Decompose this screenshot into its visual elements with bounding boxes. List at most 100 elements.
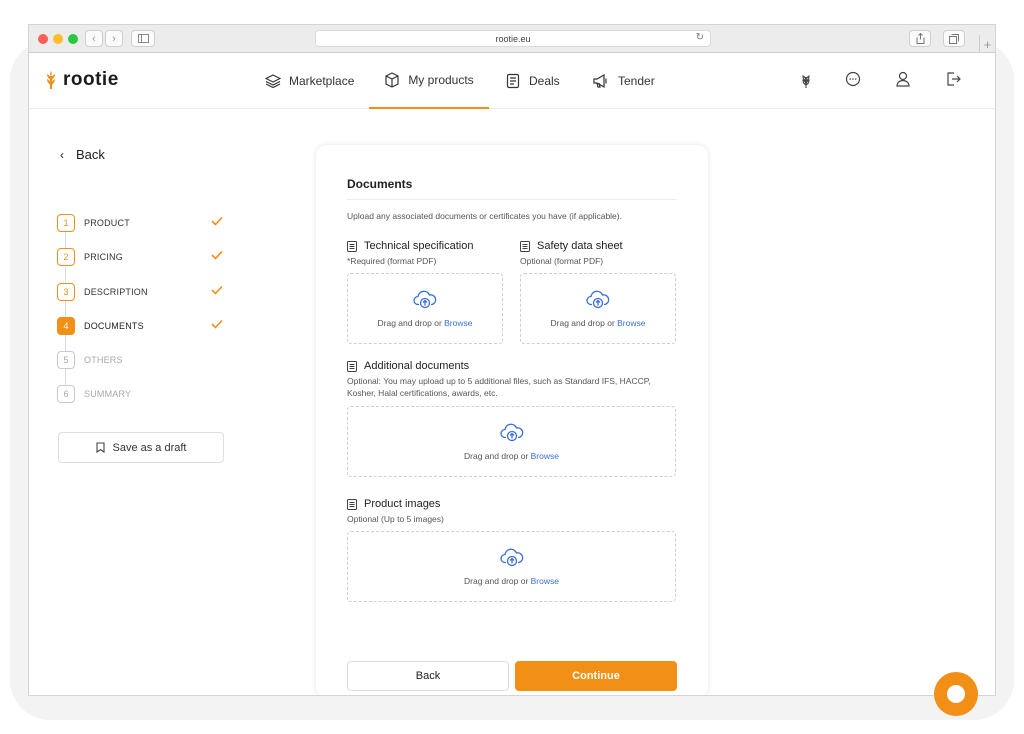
- file-icon: [520, 240, 530, 252]
- documents-card: Documents Upload any associated document…: [316, 145, 708, 695]
- step-summary[interactable]: 6 SUMMARY: [57, 385, 223, 403]
- close-window-button[interactable]: [38, 34, 48, 44]
- step-documents[interactable]: 4 DOCUMENTS: [57, 317, 223, 335]
- divider: [347, 199, 676, 200]
- tabs-button[interactable]: [943, 30, 965, 47]
- bookmark-icon: [95, 442, 105, 453]
- additional-dropzone[interactable]: Drag and drop or Browse: [347, 406, 676, 477]
- file-icon: [347, 498, 357, 510]
- cloud-upload-icon: [499, 548, 523, 566]
- nav-marketplace-label: Marketplace: [289, 74, 355, 88]
- step-number: 6: [57, 385, 75, 403]
- step-label: DOCUMENTS: [84, 321, 144, 331]
- checkmark-icon: [211, 216, 223, 226]
- tech-spec-title-text: Technical specification: [364, 240, 474, 252]
- address-bar[interactable]: rootie.eu ↻: [315, 30, 711, 47]
- step-description[interactable]: 3 DESCRIPTION: [57, 283, 223, 301]
- step-others[interactable]: 5 OTHERS: [57, 351, 223, 369]
- reload-icon[interactable]: ↻: [696, 32, 704, 43]
- drag-drop-label: Drag and drop or: [550, 317, 618, 328]
- step-label: SUMMARY: [84, 389, 132, 399]
- chevron-left-icon: ‹: [60, 147, 64, 162]
- images-subtitle: Optional (Up to 5 images): [347, 514, 444, 524]
- maximize-window-button[interactable]: [68, 34, 78, 44]
- browse-link[interactable]: Browse: [444, 318, 472, 328]
- step-connector: [65, 266, 66, 282]
- nav-my-products[interactable]: My products: [369, 53, 489, 109]
- wheat-logo-icon: [47, 71, 55, 89]
- wheat-icon[interactable]: [799, 71, 813, 89]
- nav-marketplace[interactable]: Marketplace: [265, 53, 354, 109]
- drag-drop-label: Drag and drop or: [464, 450, 531, 461]
- step-connector: [65, 369, 66, 385]
- layers-icon: [265, 74, 281, 88]
- step-number: 5: [57, 351, 75, 369]
- browser-forward-button[interactable]: ›: [105, 30, 123, 47]
- cloud-upload-icon: [413, 290, 437, 308]
- dropzone-text: Drag and drop or Browse: [378, 318, 473, 328]
- back-button[interactable]: Back: [347, 661, 509, 691]
- step-label: DESCRIPTION: [84, 287, 148, 297]
- tech-spec-subtitle: *Required (format PDF): [347, 256, 437, 266]
- step-connector: [65, 335, 66, 351]
- tech-spec-title: Technical specification: [347, 240, 473, 252]
- images-dropzone[interactable]: Drag and drop or Browse: [347, 531, 676, 602]
- drag-drop-label: Drag and drop or: [377, 317, 445, 328]
- logo-text: rootie: [63, 69, 119, 90]
- box-icon: [385, 72, 399, 88]
- sidebar-icon: [137, 34, 149, 43]
- step-pricing[interactable]: 2 PRICING: [57, 248, 223, 266]
- images-title-text: Product images: [364, 498, 441, 510]
- new-tab-button[interactable]: +: [979, 35, 995, 53]
- user-icon[interactable]: [895, 71, 911, 87]
- browse-link[interactable]: Browse: [617, 318, 645, 328]
- additional-subtitle: Optional: You may upload up to 5 additio…: [347, 376, 651, 398]
- browse-link[interactable]: Browse: [531, 451, 559, 461]
- share-button[interactable]: [909, 30, 931, 47]
- checkmark-icon: [211, 285, 223, 295]
- browser-titlebar: ‹ › rootie.eu ↻ +: [29, 25, 995, 53]
- additional-title: Additional documents: [347, 360, 469, 372]
- step-label: OTHERS: [84, 355, 123, 365]
- cloud-upload-icon: [499, 423, 523, 441]
- step-number: 1: [57, 214, 75, 232]
- nav-deals-label: Deals: [529, 74, 560, 88]
- save-draft-button[interactable]: Save as a draft: [58, 432, 224, 463]
- safety-dropzone[interactable]: Drag and drop or Browse: [520, 273, 676, 344]
- minimize-window-button[interactable]: [53, 34, 63, 44]
- safety-title: Safety data sheet: [520, 240, 623, 252]
- safety-subtitle: Optional (format PDF): [520, 256, 604, 266]
- back-link-label: Back: [76, 147, 105, 162]
- dropzone-text: Drag and drop or Browse: [551, 318, 646, 328]
- nav-deals[interactable]: Deals: [505, 53, 560, 109]
- card-title: Documents: [347, 177, 413, 191]
- safety-title-text: Safety data sheet: [537, 240, 623, 252]
- step-label: PRICING: [84, 252, 123, 262]
- step-number: 4: [57, 317, 75, 335]
- logout-icon[interactable]: [945, 71, 961, 87]
- back-link[interactable]: ‹ Back: [60, 147, 105, 162]
- nav-my-products-label: My products: [408, 73, 474, 87]
- drag-drop-label: Drag and drop or: [464, 575, 531, 586]
- additional-title-text: Additional documents: [364, 360, 470, 372]
- continue-button[interactable]: Continue: [515, 661, 677, 691]
- step-product[interactable]: 1 PRODUCT: [57, 214, 223, 232]
- save-draft-label: Save as a draft: [112, 441, 187, 454]
- logo[interactable]: rootie: [43, 69, 119, 91]
- nav-tender-label: Tender: [618, 74, 655, 88]
- sidebar-toggle-button[interactable]: [131, 30, 155, 47]
- share-icon: [916, 33, 924, 44]
- step-number: 2: [57, 248, 75, 266]
- chat-icon[interactable]: [845, 71, 861, 87]
- url-text: rootie.eu: [495, 33, 531, 44]
- step-number: 3: [57, 283, 75, 301]
- support-chat-button[interactable]: [934, 672, 978, 716]
- browse-link[interactable]: Browse: [531, 576, 559, 586]
- step-label: PRODUCT: [84, 218, 130, 228]
- nav-tender[interactable]: Tender: [592, 53, 655, 109]
- document-icon: [506, 73, 520, 89]
- dropzone-text: Drag and drop or Browse: [464, 451, 559, 461]
- tabs-icon: [949, 33, 959, 44]
- tech-spec-dropzone[interactable]: Drag and drop or Browse: [347, 273, 503, 344]
- browser-back-button[interactable]: ‹: [85, 30, 103, 47]
